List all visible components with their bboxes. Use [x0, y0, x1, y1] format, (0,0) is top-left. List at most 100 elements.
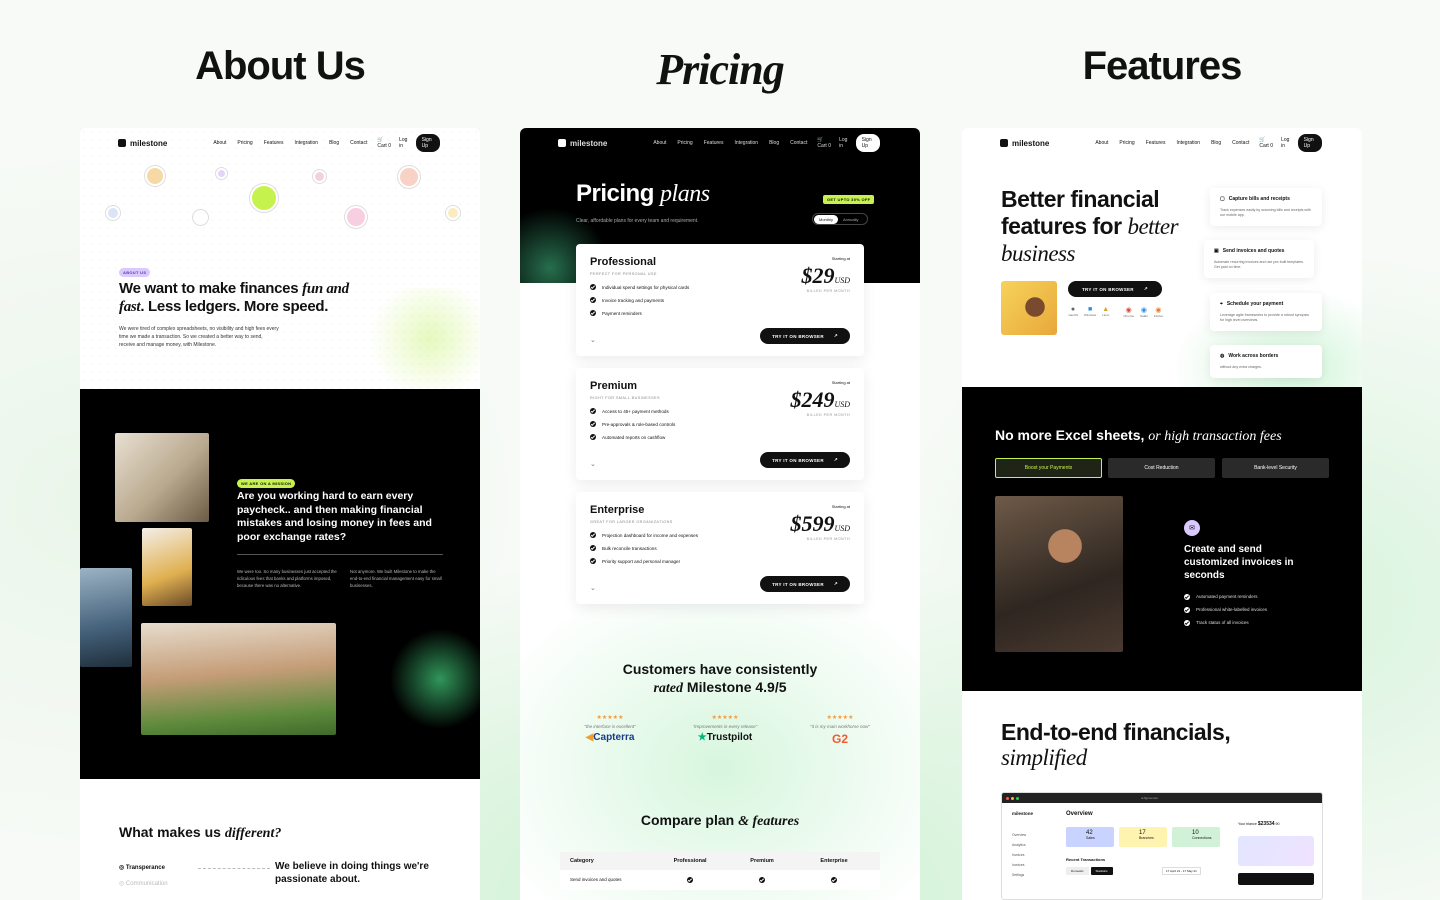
plan-feature: Payment reminders — [590, 310, 850, 316]
dash-menu-item[interactable]: Overview — [1012, 831, 1026, 841]
filter-statistics[interactable]: Statistics — [1090, 867, 1113, 875]
login-link[interactable]: Log in — [1281, 137, 1290, 149]
nav-link-pricing[interactable]: Pricing — [237, 140, 252, 146]
browser-bar: ui.figma.com — [1002, 793, 1322, 803]
nav-link-pricing[interactable]: Pricing — [677, 140, 692, 146]
dash-menu-item[interactable]: Analytics — [1012, 841, 1026, 851]
nav-link-about[interactable]: About — [1095, 140, 1108, 146]
nav-link-features[interactable]: Features — [704, 140, 724, 146]
about-body: We were tired of complex spreadsheets, n… — [119, 326, 279, 348]
arrow-icon: ↗ — [833, 457, 838, 462]
avatar — [446, 206, 460, 220]
about-nav: milestone About Pricing Features Integra… — [80, 128, 480, 158]
milestone-logo[interactable]: milestone — [1000, 139, 1049, 148]
cart-link[interactable]: 🛒 Cart 0 — [817, 137, 832, 149]
avatar — [345, 206, 367, 228]
login-link[interactable]: Log in — [399, 137, 408, 149]
nav-link-blog[interactable]: Blog — [769, 140, 779, 146]
nav-link-about[interactable]: About — [213, 140, 226, 146]
mission-badge: WE ARE ON A MISSION — [237, 479, 296, 488]
recent-transactions: Recent Transactions — [1066, 857, 1106, 862]
try-browser-button[interactable]: TRY IT ON BROWSER ↗ — [760, 576, 850, 592]
try-browser-button[interactable]: TRY IT ON BROWSER ↗ — [1068, 281, 1162, 297]
features-panel: milestone About Pricing Features Integra… — [962, 128, 1362, 900]
dash-menu: Overview Analytics Invoices Invoices Set… — [1012, 831, 1026, 880]
about-us-heading: About Us — [195, 44, 366, 88]
nav-link-integration[interactable]: Integration — [1176, 140, 1200, 146]
login-link[interactable]: Log in — [839, 137, 848, 149]
chevron-down-icon[interactable]: ⌄ — [590, 584, 596, 592]
nav-link-features[interactable]: Features — [264, 140, 284, 146]
nav-link-blog[interactable]: Blog — [1211, 140, 1221, 146]
firefox-icon: ◉ Firefox — [1153, 307, 1164, 318]
try-browser-button[interactable]: TRY IT ON BROWSER ↗ — [760, 452, 850, 468]
stars-icon: ★★★★★ — [596, 715, 624, 721]
nav-link-blog[interactable]: Blog — [329, 140, 339, 146]
try-browser-button[interactable]: TRY IT ON BROWSER ↗ — [760, 328, 850, 344]
avatar — [145, 166, 165, 186]
balance-block: Your blance $23534.90 — [1238, 821, 1280, 827]
compare-table: Category Professional Premium Enterprise… — [560, 852, 880, 890]
tab-bank-security[interactable]: Bank-level Security — [1222, 458, 1329, 478]
card-preview-dark — [1238, 873, 1314, 885]
feature-card-bills: ▢ Capture bills and receipts Track expens… — [1210, 188, 1322, 227]
table-header: Category Professional Premium Enterprise — [560, 852, 880, 870]
dash-overview-title: Overview — [1066, 811, 1093, 817]
milestone-logo[interactable]: milestone — [118, 139, 167, 148]
globe-icon: ◍ — [1220, 353, 1225, 359]
tab-cost-reduction[interactable]: Cost Reduction — [1108, 458, 1215, 478]
dash-menu-item[interactable]: Invoices — [1012, 861, 1026, 871]
cart-link[interactable]: 🛒 Cart 0 — [1259, 137, 1274, 149]
signup-button[interactable]: Sign Up — [855, 134, 880, 152]
mission-col-2: Not anymore. We built Milestone to make … — [350, 569, 442, 588]
billing-toggle[interactable]: Monthly Annually — [812, 213, 868, 225]
chevron-down-icon[interactable]: ⌄ — [590, 460, 596, 468]
avatar — [106, 206, 120, 220]
features-hero-title: Better financial features for better bus… — [1001, 186, 1179, 267]
tab-boost-payments[interactable]: Boost your Payments — [995, 458, 1102, 478]
chevron-down-icon[interactable]: ⌄ — [590, 336, 596, 344]
nav-link-about[interactable]: About — [653, 140, 666, 146]
invoice-title: Create and send customized invoices in s… — [1184, 544, 1294, 581]
mission-col-1: We were too. So many businesses just acc… — [237, 569, 337, 588]
filter-domestic[interactable]: Domestic — [1066, 867, 1089, 875]
customer-photo — [1001, 281, 1057, 335]
feature-card-invoices: ▣ Send invoices and quotes Automate recur… — [1204, 240, 1314, 279]
toggle-annually[interactable]: Annually — [838, 215, 863, 224]
nav-link-contact[interactable]: Contact — [350, 140, 367, 146]
avatar — [250, 184, 278, 212]
signup-button[interactable]: Sign Up — [1297, 134, 1322, 152]
diff-item-communication[interactable]: ◎ Communication — [119, 880, 168, 887]
stat-card: 17 Branches — [1119, 827, 1167, 847]
about-headline: We want to make finances fun and fast. L… — [119, 280, 349, 315]
arrow-icon: ↗ — [833, 333, 838, 338]
arrow-icon: ↗ — [1143, 286, 1148, 291]
platform-list: ● macOS ■ Windows ▲ Linux ◉ Chrome ◉ Safari ◉… — [1068, 306, 1163, 318]
nav-link-contact[interactable]: Contact — [790, 140, 807, 146]
dash-menu-item[interactable]: Settings — [1012, 871, 1026, 881]
cart-link[interactable]: 🛒 Cart 0 — [377, 137, 392, 149]
nav-link-pricing[interactable]: Pricing — [1119, 140, 1134, 146]
dash-menu-item[interactable]: Invoices — [1012, 851, 1026, 861]
receipt-icon: ▢ — [1220, 196, 1225, 202]
nav-link-features[interactable]: Features — [1146, 140, 1166, 146]
rated-heading: Customers have consistently rated Milest… — [622, 661, 818, 697]
milestone-logo[interactable]: milestone — [558, 139, 607, 148]
toggle-monthly[interactable]: Monthly — [814, 214, 839, 224]
plan-feature: Bulk reconcile transactions — [590, 545, 850, 551]
diff-item-transparency[interactable]: ◎ Transperance — [119, 864, 165, 871]
date-range[interactable]: 17 April 21 - 17 May 21 — [1162, 867, 1201, 875]
plan-card-enterprise: Enterprise GREAT FOR LARGER ORGANIZATION… — [576, 492, 864, 604]
signup-button[interactable]: Sign Up — [415, 134, 440, 152]
calendar-icon: ⌖ — [1220, 301, 1223, 307]
excel-heading: No more Excel sheets, or high transactio… — [995, 427, 1282, 444]
nav-link-integration[interactable]: Integration — [294, 140, 318, 146]
review-trustpilot: ★★★★★ "improvements in every release" ★T… — [675, 714, 775, 746]
about-badge: ABOUT US — [119, 268, 151, 277]
plan-feature: Pre-approvals & role-based controls — [590, 421, 850, 427]
end-to-end-heading: End-to-end financials, simplified — [1001, 719, 1231, 771]
invoice-icon: ✉ — [1184, 520, 1200, 536]
stars-icon: ★★★★★ — [711, 715, 739, 721]
nav-link-contact[interactable]: Contact — [1232, 140, 1249, 146]
nav-link-integration[interactable]: Integration — [734, 140, 758, 146]
